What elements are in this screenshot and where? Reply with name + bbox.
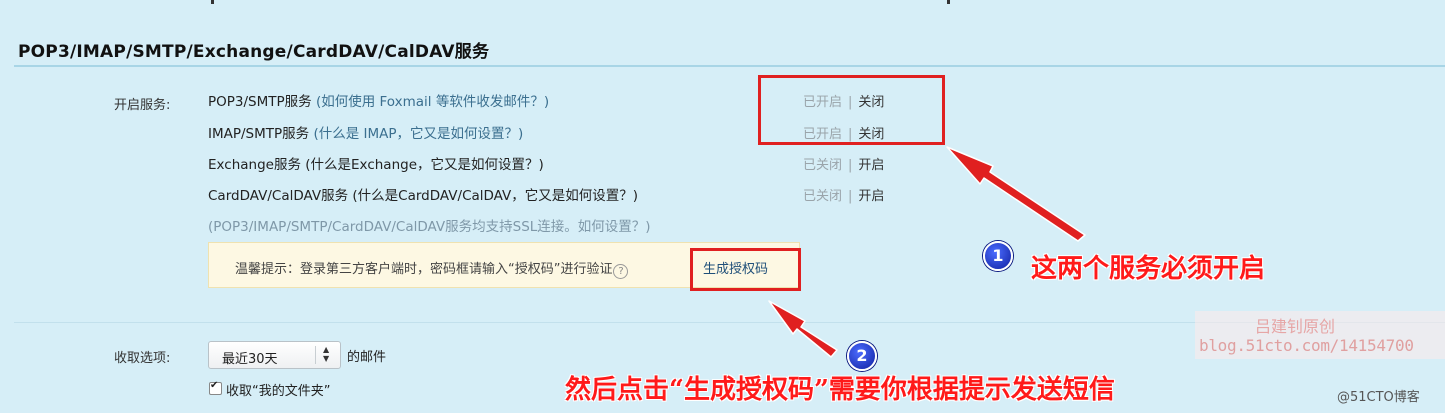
annotation-text-2: 然后点击“生成授权码”需要你根据提示发送短信	[565, 375, 1115, 405]
step-badge-1: 1	[983, 241, 1013, 271]
watermark-name: 吕建钊原创	[1255, 317, 1336, 336]
watermark: 吕建钊原创 blog.51cto.com/14154700	[1195, 311, 1445, 359]
watermark-url: blog.51cto.com/14154700	[1199, 336, 1414, 355]
annotation-text-1: 这两个服务必须开启	[1031, 254, 1266, 284]
arrow-1-icon	[946, 146, 1086, 242]
arrow-2-icon	[768, 300, 838, 358]
step-badge-2: 2	[847, 341, 877, 371]
corner-watermark: @51CTO博客	[1337, 390, 1420, 405]
